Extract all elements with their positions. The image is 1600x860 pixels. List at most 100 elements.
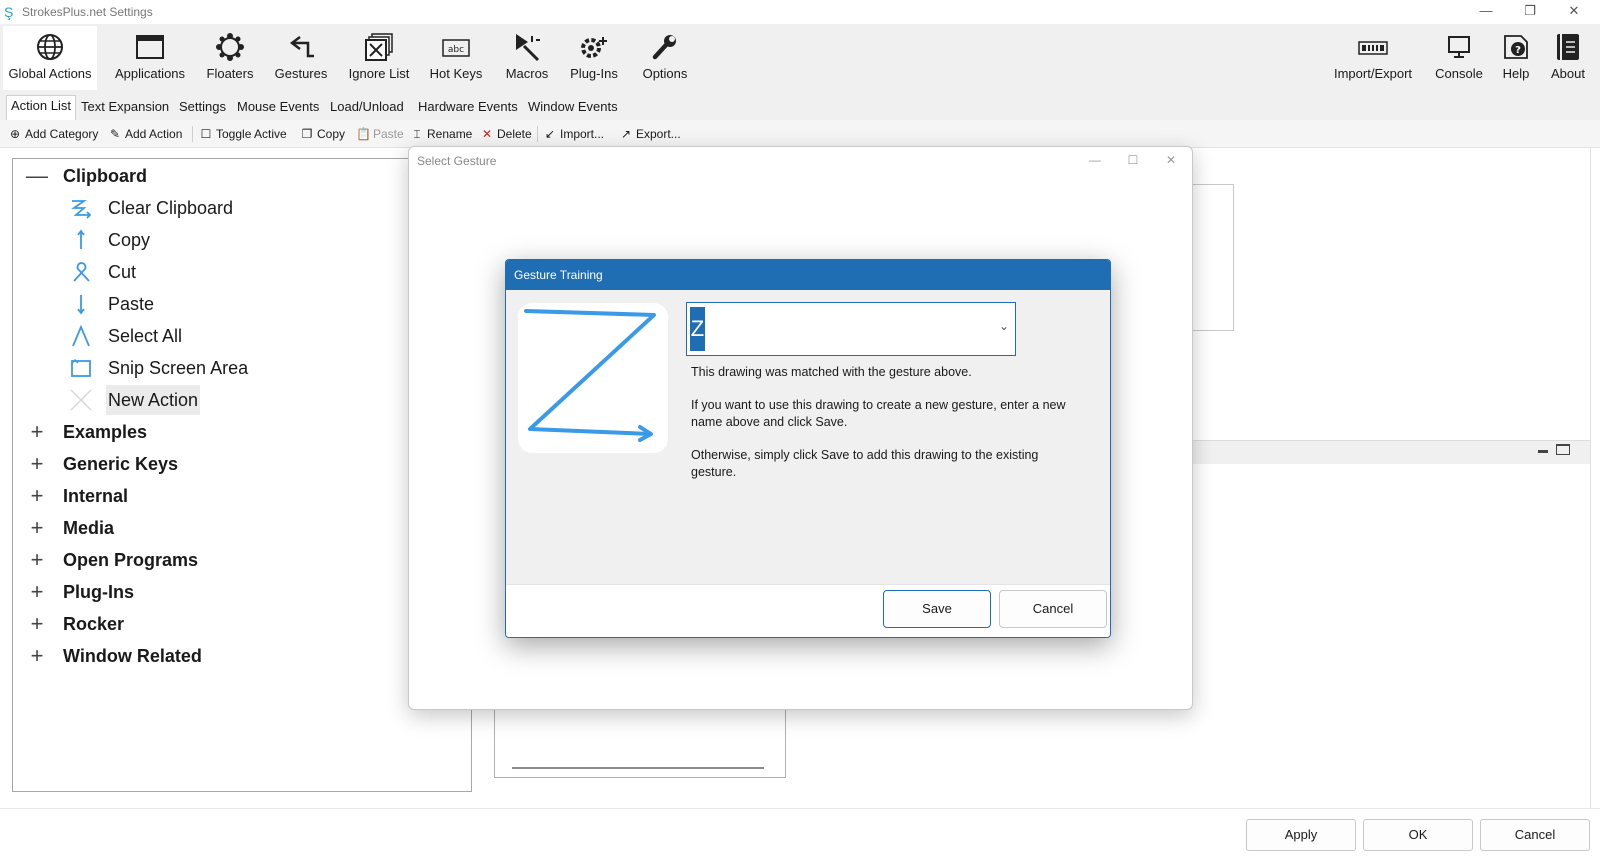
cancel-button[interactable]: Cancel	[1480, 819, 1590, 851]
select-gesture-maximize[interactable]: ☐	[1115, 149, 1151, 171]
expand-icon[interactable]: +	[25, 609, 49, 639]
tab-action-list[interactable]: Action List	[6, 95, 76, 120]
import-export-icon	[1328, 26, 1418, 66]
restore-button[interactable]: ❐	[1508, 0, 1552, 24]
gestures-label: Gestures	[274, 66, 328, 81]
cancel-gesture-button[interactable]: Cancel	[999, 590, 1107, 628]
caret-gesture-icon	[72, 325, 90, 347]
import-label: Import...	[560, 127, 605, 141]
tab-mouse-events[interactable]: Mouse Events	[233, 97, 323, 119]
export-icon: ↗	[620, 127, 632, 141]
close-button[interactable]: ✕	[1552, 0, 1596, 24]
import-button[interactable]: ↙ Import...	[543, 125, 604, 143]
expand-icon[interactable]: +	[25, 481, 49, 511]
help-button[interactable]: ? Help	[1496, 26, 1536, 90]
tab-settings[interactable]: Settings	[175, 97, 230, 119]
ignore-list-button[interactable]: Ignore List	[344, 26, 414, 90]
tree-category-item[interactable]: + Open Programs	[13, 545, 453, 575]
hot-keys-button[interactable]: abc Hot Keys	[424, 26, 488, 90]
applications-button[interactable]: Applications	[108, 26, 192, 90]
copy-icon: ❐	[301, 127, 313, 141]
tab-text-expansion[interactable]: Text Expansion	[77, 97, 173, 119]
chevron-down-icon[interactable]: ⌄	[999, 319, 1009, 333]
action-label: Paste	[108, 294, 155, 314]
toolbar-separator	[537, 126, 538, 142]
tab-window-events[interactable]: Window Events	[524, 97, 622, 119]
tree-action-item[interactable]: Clear Clipboard	[13, 193, 453, 223]
z-gesture-drawing	[524, 309, 656, 442]
expand-icon[interactable]: +	[25, 545, 49, 575]
gesture-name-value[interactable]: Z	[690, 307, 705, 351]
expand-icon[interactable]: +	[25, 513, 49, 543]
gestures-button[interactable]: Gestures	[268, 26, 334, 90]
global-actions-button[interactable]: Global Actions	[3, 26, 97, 90]
tree-category-clipboard[interactable]: — Clipboard	[13, 161, 453, 191]
action-label: Snip Screen Area	[108, 358, 249, 378]
collapse-icon[interactable]: —	[25, 161, 49, 191]
rename-button[interactable]: ⌶ Rename	[410, 125, 472, 143]
console-button[interactable]: Console	[1428, 26, 1490, 90]
tree-action-item[interactable]: Cut	[13, 257, 453, 287]
tab-strip: Action List Text Expansion Settings Mous…	[0, 94, 1600, 120]
export-label: Export...	[636, 127, 681, 141]
category-label: Examples	[63, 422, 148, 442]
expand-icon[interactable]: +	[25, 449, 49, 479]
rectangle-gesture-icon	[71, 358, 91, 377]
category-label: Generic Keys	[63, 454, 179, 474]
tree-category-item[interactable]: + Rocker	[13, 609, 453, 639]
delete-label: Delete	[497, 127, 532, 141]
gesture-name-combobox[interactable]: Z ⌄	[686, 302, 1016, 356]
tree-action-item[interactable]: Select All	[13, 321, 453, 351]
macros-button[interactable]: Macros	[498, 26, 556, 90]
options-button[interactable]: Options	[632, 26, 698, 90]
tree-category-item[interactable]: + Plug-Ins	[13, 577, 453, 607]
global-actions-label: Global Actions	[8, 66, 92, 81]
action-tree[interactable]: — Clipboard Clear Clipboard Copy Cut Pas…	[12, 158, 472, 792]
expand-icon[interactable]: +	[25, 641, 49, 671]
main-toolbar: Global Actions Applications Floaters Ges…	[0, 24, 1600, 94]
ok-button[interactable]: OK	[1363, 819, 1473, 851]
delete-button[interactable]: ✕ Delete	[480, 125, 532, 143]
gesture-training-title: Gesture Training	[514, 268, 603, 282]
tree-action-item[interactable]: Copy	[13, 225, 453, 255]
select-gesture-close[interactable]: ✕	[1153, 149, 1189, 171]
plug-ins-button[interactable]: Plug-Ins	[566, 26, 622, 90]
copy-label: Copy	[317, 127, 346, 141]
paste-button[interactable]: 📋 Paste	[356, 125, 404, 143]
up-arrow-gesture-icon	[77, 229, 85, 249]
expand-icon[interactable]: +	[25, 417, 49, 447]
export-button[interactable]: ↗ Export...	[619, 125, 681, 143]
about-label: About	[1551, 66, 1585, 81]
tree-category-item[interactable]: + Window Related	[13, 641, 453, 671]
tree-category-item[interactable]: + Internal	[13, 481, 453, 511]
minimize-button[interactable]: —	[1464, 0, 1508, 24]
tree-category-item[interactable]: + Media	[13, 513, 453, 543]
tree-category-item[interactable]: + Generic Keys	[13, 449, 453, 479]
floaters-button[interactable]: Floaters	[202, 26, 258, 90]
panel-minimize-icon[interactable]: ▬	[1538, 446, 1552, 456]
panel-maximize-icon[interactable]	[1556, 444, 1570, 455]
add-category-button[interactable]: ⊕ Add Category	[8, 125, 98, 143]
apply-button[interactable]: Apply	[1246, 819, 1356, 851]
about-button[interactable]: About	[1544, 26, 1592, 90]
plugin-gear-icon	[566, 26, 622, 66]
select-gesture-minimize[interactable]: —	[1077, 149, 1113, 171]
tree-action-item-selected[interactable]: New Action	[13, 385, 453, 415]
copy-button[interactable]: ❐ Copy	[300, 125, 345, 143]
toggle-active-button[interactable]: ☐ Toggle Active	[199, 125, 287, 143]
import-export-button[interactable]: Import/Export	[1328, 26, 1418, 90]
hot-keys-label: Hot Keys	[429, 66, 483, 81]
add-action-button[interactable]: ✎ Add Action	[108, 125, 182, 143]
category-label: Rocker	[63, 614, 125, 634]
save-button[interactable]: Save	[883, 590, 991, 628]
tab-hardware-events[interactable]: Hardware Events	[414, 97, 522, 119]
globe-icon	[3, 26, 97, 66]
tree-action-item[interactable]: Snip Screen Area	[13, 353, 453, 383]
expand-icon[interactable]: +	[25, 577, 49, 607]
category-label: Internal	[63, 486, 129, 506]
tab-load-unload[interactable]: Load/Unload	[326, 97, 408, 119]
tree-category-item[interactable]: + Examples	[13, 417, 453, 447]
action-label: Select All	[108, 326, 183, 346]
select-gesture-title: Select Gesture	[417, 154, 497, 168]
tree-action-item[interactable]: Paste	[13, 289, 453, 319]
